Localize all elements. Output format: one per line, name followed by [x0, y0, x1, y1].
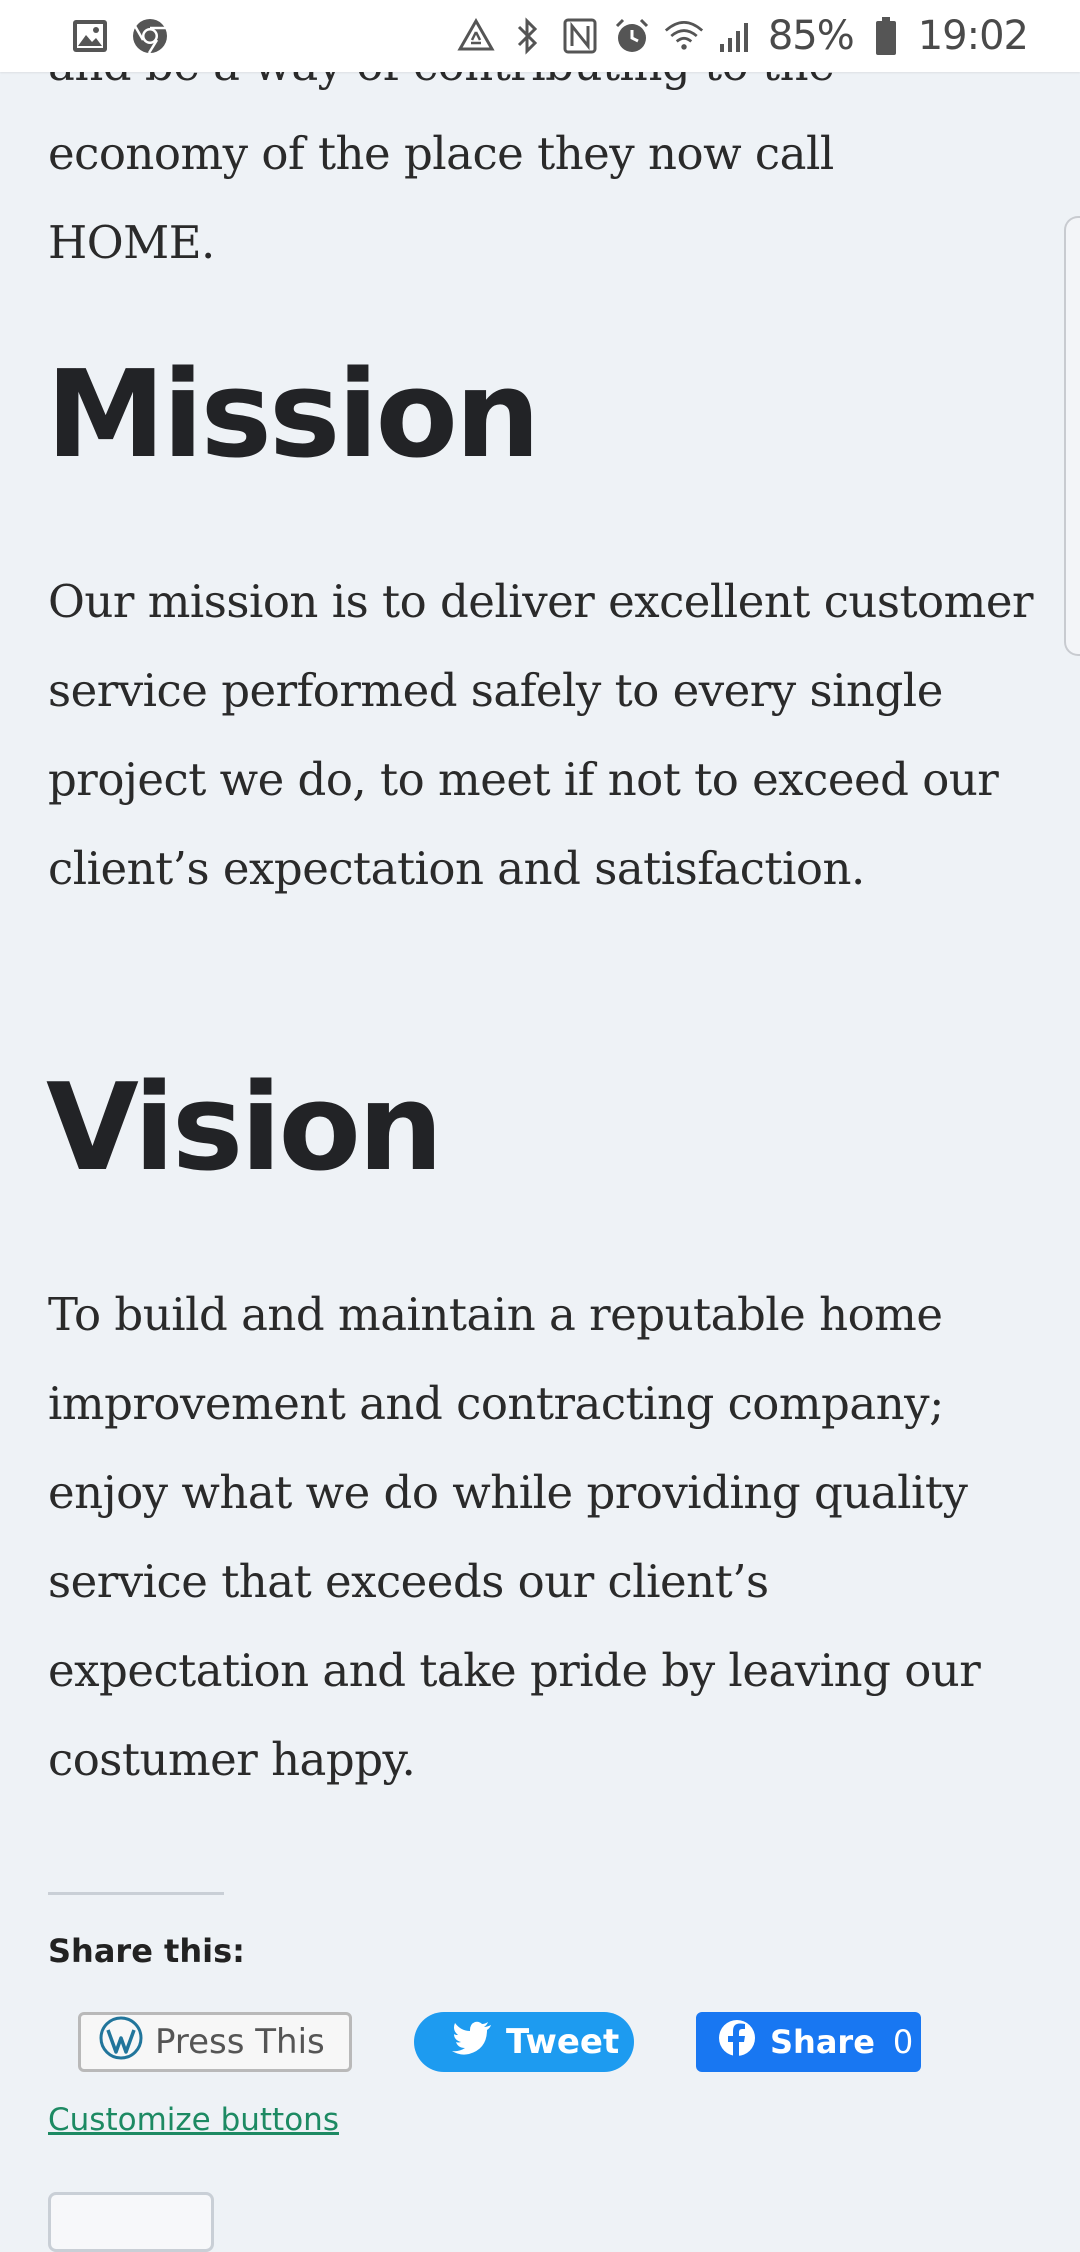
tweet-button[interactable]: Tweet — [414, 2012, 634, 2072]
wordpress-icon — [99, 2016, 143, 2069]
facebook-share-label: Share — [770, 2023, 875, 2061]
bluetooth-icon — [508, 16, 548, 56]
recycle-icon — [456, 16, 496, 56]
press-this-label: Press This — [155, 2022, 325, 2062]
alarm-icon — [612, 16, 652, 56]
intro-line: HOME. — [48, 216, 215, 269]
intro-line: economy of the place they now call — [48, 127, 834, 180]
mission-heading: Mission — [46, 346, 540, 485]
facebook-icon — [718, 2019, 756, 2065]
facebook-share-count: 0 — [892, 2023, 914, 2061]
chrome-icon — [130, 16, 170, 56]
signal-icon — [716, 16, 756, 56]
share-divider — [48, 1892, 224, 1895]
press-this-button[interactable]: Press This — [78, 2012, 352, 2072]
vision-text: To build and maintain a reputable home i… — [48, 1288, 981, 1786]
status-right: 85% 19:02 — [456, 13, 1029, 59]
clock: 19:02 — [917, 13, 1029, 59]
battery-icon — [866, 16, 906, 56]
status-left — [70, 16, 170, 56]
share-label: Share this: — [48, 1932, 245, 1970]
twitter-bird-icon — [452, 2021, 492, 2064]
vision-heading: Vision — [46, 1059, 443, 1198]
nfc-icon — [560, 16, 600, 56]
gallery-icon — [70, 16, 110, 56]
status-bar: 85% 19:02 — [0, 0, 1080, 72]
like-button[interactable] — [48, 2192, 214, 2252]
customize-buttons-link[interactable]: Customize buttons — [48, 2102, 339, 2138]
mission-text: Our mission is to deliver excellent cust… — [48, 575, 1033, 895]
battery-percent: 85% — [767, 13, 855, 59]
wifi-icon — [664, 16, 704, 56]
facebook-share-button[interactable]: Share 0 — [696, 2012, 921, 2072]
tweet-label: Tweet — [506, 2022, 620, 2062]
scroll-handle[interactable] — [1064, 216, 1080, 656]
